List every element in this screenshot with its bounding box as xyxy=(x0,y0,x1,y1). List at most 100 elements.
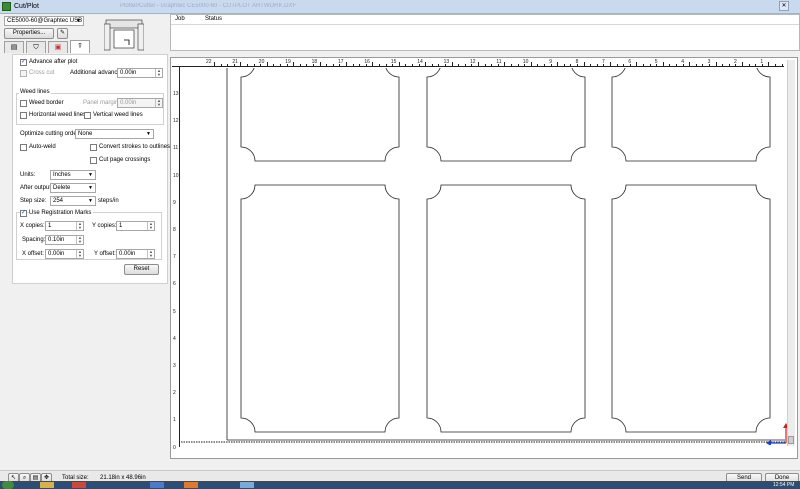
spin-down-icon[interactable]: ▼ xyxy=(76,226,83,230)
ruler-tick xyxy=(768,62,770,66)
x-copies-label: X copies: xyxy=(20,223,45,229)
ruler-tick xyxy=(596,64,598,66)
device-select[interactable]: CE5000-60@Graphtec USB ▼ xyxy=(4,16,84,26)
spin-down-icon[interactable]: ▼ xyxy=(147,254,154,258)
convert-strokes-checkbox[interactable] xyxy=(90,144,97,151)
tab-basket[interactable]: ⛉ xyxy=(26,41,46,53)
cross-cut-checkbox[interactable] xyxy=(20,70,27,77)
cut-page-crossings-checkbox[interactable] xyxy=(90,157,97,164)
advance-after-plot-checkbox[interactable]: ✓ xyxy=(20,59,27,66)
additional-advance-input[interactable]: 0.00in ▲ ▼ xyxy=(117,68,163,78)
ruler-tick-label: 2 xyxy=(734,59,737,65)
ruler-tick xyxy=(352,64,354,66)
ruler-tick-label: 9 xyxy=(173,199,176,206)
top-ruler: 22 21 20 19 18 17 16 15 14 13 12 11 10 9 8 7 6 5 4 3 2 1 xyxy=(172,59,790,67)
step-size-value: 254 xyxy=(53,198,64,204)
optimize-cutting-order-label: Optimize cutting order: xyxy=(20,131,81,137)
vertical-scrollbar[interactable] xyxy=(787,60,795,446)
ruler-tick-label: 11 xyxy=(496,59,502,65)
ruler-tick xyxy=(240,62,242,66)
ruler-tick xyxy=(544,64,545,66)
ruler-tick xyxy=(385,64,387,66)
ruler-tick xyxy=(372,62,374,66)
ruler-tick xyxy=(247,64,248,66)
spin-down-icon[interactable]: ▼ xyxy=(147,226,154,230)
spin-down-icon[interactable]: ▼ xyxy=(76,254,83,258)
ruler-tick-label: 3 xyxy=(173,363,176,369)
start-orb-icon[interactable] xyxy=(2,481,14,489)
reset-button[interactable]: Reset xyxy=(124,264,159,275)
panel-margin-value: 0.00in xyxy=(120,100,137,106)
properties-button[interactable]: Properties... xyxy=(4,28,54,39)
ruler-tick xyxy=(643,64,644,66)
close-icon[interactable]: ✕ xyxy=(779,1,789,11)
app-icon-1[interactable] xyxy=(72,482,86,488)
weed-border-checkbox[interactable] xyxy=(20,100,27,107)
ruler-tick-label: 10 xyxy=(522,59,529,65)
ruler-tick xyxy=(227,64,229,66)
y-copies-value: 1 xyxy=(119,223,123,229)
ruler-tick xyxy=(478,62,479,66)
after-output-label: After output: xyxy=(20,185,53,191)
vertical-weed-lines-checkbox[interactable] xyxy=(84,112,91,119)
app-icon-2[interactable] xyxy=(150,482,164,488)
auto-weld-checkbox[interactable] xyxy=(20,144,27,151)
y-offset-input[interactable]: 0.00in ▲ ▼ xyxy=(116,249,155,259)
ruler-tick-label: 13 xyxy=(173,91,179,97)
vertical-scrollbar-thumb[interactable] xyxy=(788,436,794,444)
step-size-select[interactable]: 254 ▼ xyxy=(50,196,96,206)
ruler-tick xyxy=(530,62,532,66)
ruler-tick xyxy=(214,62,215,66)
panel-margin-input[interactable]: 0.00in ▲ ▼ xyxy=(117,98,163,108)
wrench-icon[interactable]: ✎ xyxy=(57,28,68,39)
ruler-tick-label: 7 xyxy=(173,254,176,261)
additional-advance-value: 0.00in xyxy=(120,70,137,76)
ruler-tick xyxy=(662,62,664,66)
app-icon-4[interactable] xyxy=(240,482,254,488)
optimize-cutting-order-select[interactable]: None ▼ xyxy=(75,129,154,139)
job-list[interactable]: Job Status xyxy=(170,14,800,51)
cross-cut-label: Cross cut xyxy=(29,70,55,76)
app-icon-3[interactable] xyxy=(184,482,198,488)
ruler-tick xyxy=(689,62,691,66)
ruler-tick xyxy=(755,64,757,66)
x-copies-input[interactable]: 1 ▲ ▼ xyxy=(45,221,84,231)
y-copies-input[interactable]: 1 ▲ ▼ xyxy=(116,221,155,231)
tab-printer[interactable]: ▤ xyxy=(4,41,24,53)
use-registration-marks-checkbox[interactable]: ✓ xyxy=(20,210,27,217)
horizontal-weed-lines-label: Horizontal weed lines xyxy=(29,112,87,118)
spin-down-icon[interactable]: ▼ xyxy=(155,73,162,77)
spacing-value: 0.10in xyxy=(48,237,65,243)
app-icon xyxy=(2,2,11,11)
status-column-header[interactable]: Status xyxy=(205,15,222,24)
horizontal-weed-lines-checkbox[interactable] xyxy=(20,112,27,119)
tab-knife[interactable]: ⍒ xyxy=(70,40,90,53)
units-select[interactable]: Inches ▼ xyxy=(50,170,96,180)
spacing-label: Spacing: xyxy=(22,237,46,243)
step-size-label: Step size: xyxy=(20,198,47,204)
ruler-tick xyxy=(425,62,427,66)
tab-frame[interactable]: ▣ xyxy=(48,41,68,53)
taskbar: 12:54 PM xyxy=(0,481,800,489)
spin-down-icon[interactable]: ▼ xyxy=(155,103,162,107)
basket-icon: ⛉ xyxy=(33,44,39,51)
printer-icon: ▤ xyxy=(10,44,18,51)
ruler-tick xyxy=(412,64,413,66)
after-output-select[interactable]: Delete ▼ xyxy=(50,183,96,193)
ruler-tick xyxy=(623,64,625,66)
ruler-tick-label: 15 xyxy=(390,59,397,65)
spacing-input[interactable]: 0.10in ▲ ▼ xyxy=(45,235,84,245)
spin-down-icon[interactable]: ▼ xyxy=(76,240,83,244)
ruler-tick xyxy=(306,64,308,66)
ruler-tick-label: 9 xyxy=(549,59,552,65)
ruler-tick xyxy=(570,64,572,66)
ruler-tick xyxy=(781,64,783,66)
window-faded-title: Plotter/Cutter - Graphtec CE5000-60 - CU… xyxy=(120,3,297,9)
device-select-value: CE5000-60@Graphtec USB xyxy=(7,18,83,24)
ruler-tick-label: 1 xyxy=(173,417,176,424)
job-column-header[interactable]: Job xyxy=(175,15,185,24)
folder-icon[interactable] xyxy=(40,482,54,488)
x-offset-input[interactable]: 0.00in ▲ ▼ xyxy=(45,249,84,259)
ruler-tick-label: 16 xyxy=(364,59,370,65)
weed-border-label: Weed border xyxy=(29,100,64,106)
